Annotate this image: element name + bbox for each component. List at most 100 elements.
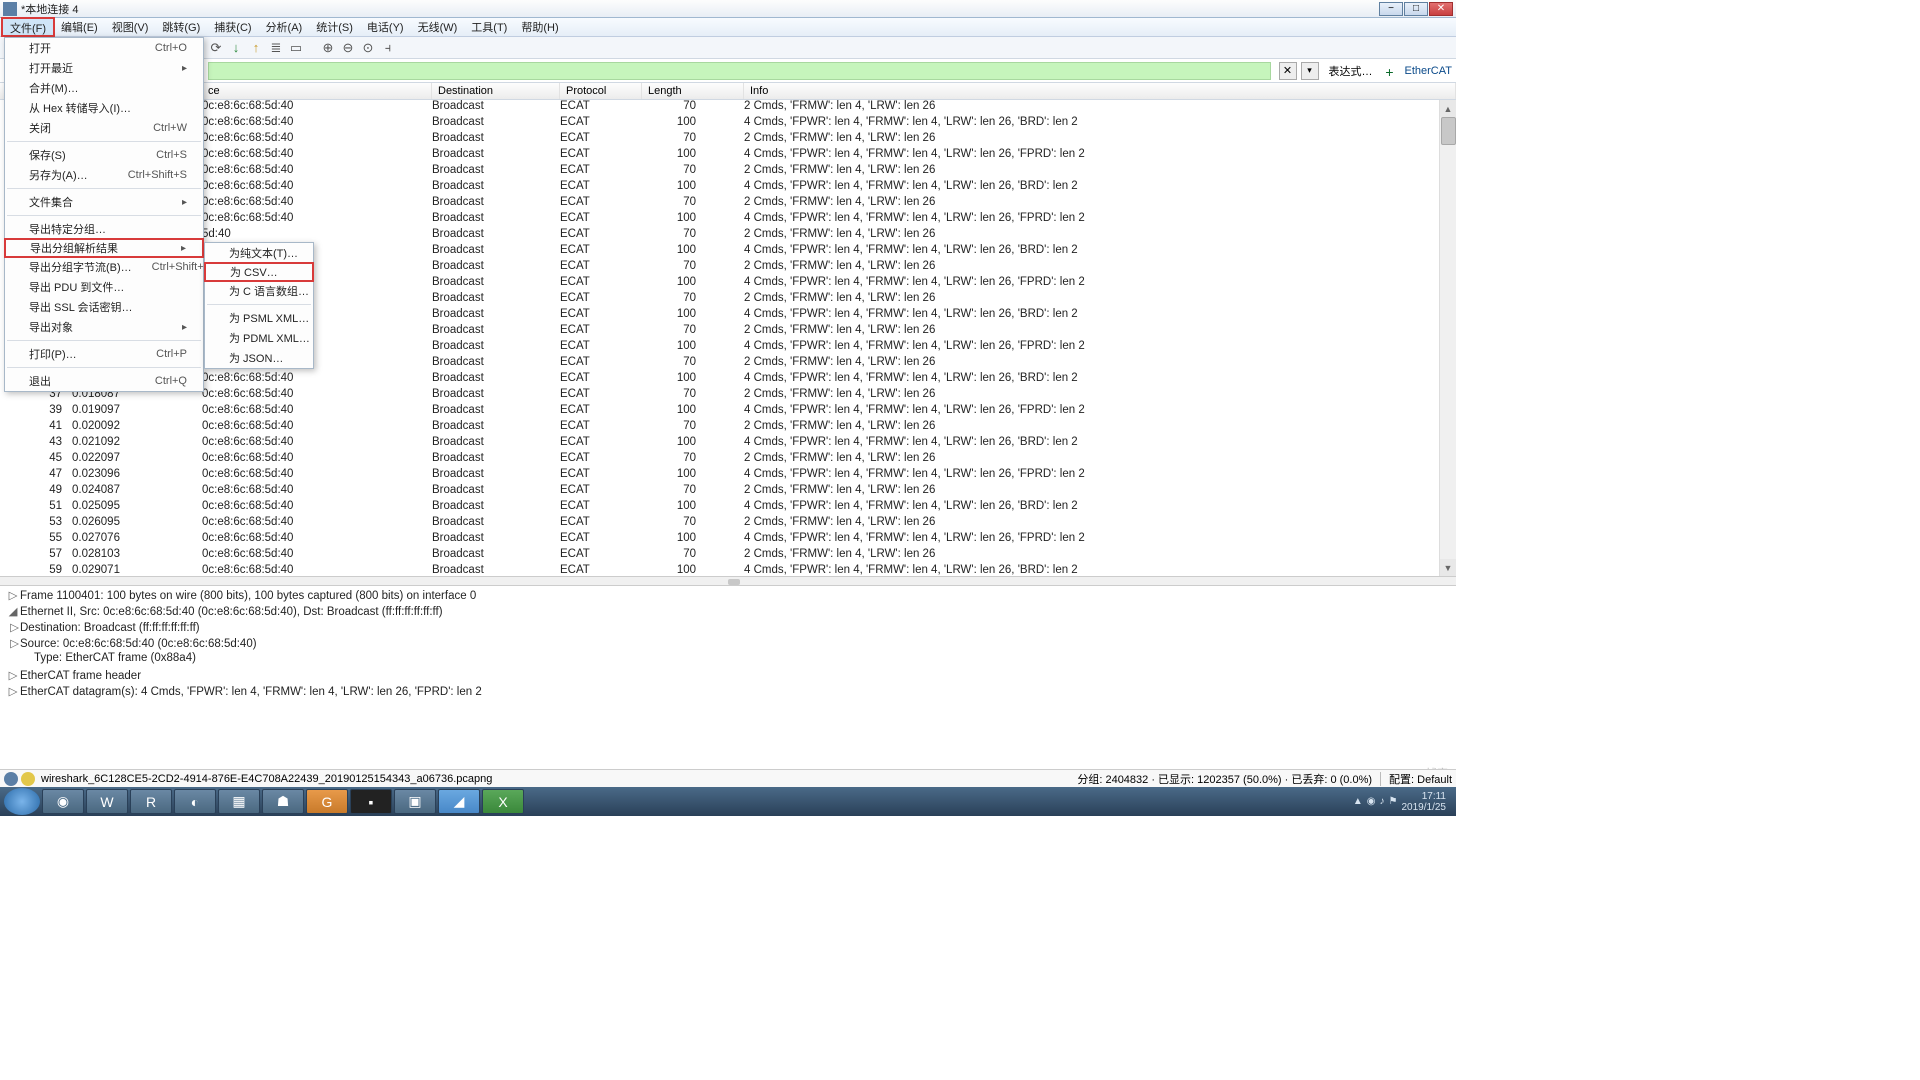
add-filter-button[interactable]: + — [1383, 64, 1397, 78]
zoom-out-icon[interactable]: ⊖ — [340, 40, 356, 56]
packet-list-scrollbar[interactable]: ▲ ▼ — [1439, 100, 1456, 576]
toolbar-icon[interactable]: ≣ — [268, 40, 284, 56]
packet-row[interactable]: 510.0250950c:e8:6c:68:5d:40BroadcastECAT… — [0, 500, 1456, 516]
packet-row[interactable]: 410.0200920c:e8:6c:68:5d:40BroadcastECAT… — [0, 420, 1456, 436]
packet-row[interactable]: 0c:e8:6c:68:5d:40BroadcastECAT702 Cmds, … — [0, 164, 1456, 180]
toolbar-icon[interactable]: ⫞ — [380, 40, 396, 56]
menu-file[interactable]: 文件(F) — [2, 18, 54, 36]
display-filter-input[interactable] — [208, 62, 1271, 80]
zoom-in-icon[interactable]: ⊕ — [320, 40, 336, 56]
toolbar-icon[interactable]: ↑ — [248, 40, 264, 56]
expand-icon[interactable]: ▷ — [6, 668, 20, 682]
packet-row[interactable]: 0c:e8:6c:68:5d:40BroadcastECAT1004 Cmds,… — [0, 116, 1456, 132]
menu-export-specified[interactable]: 导出特定分组… — [5, 219, 203, 239]
packet-row[interactable]: 370.0180870c:e8:6c:68:5d:40BroadcastECAT… — [0, 388, 1456, 404]
menu-tools[interactable]: 工具(T) — [464, 18, 514, 36]
start-button[interactable] — [4, 788, 40, 815]
detail-line[interactable]: ▷Frame 1100401: 100 bytes on wire (800 b… — [6, 588, 1450, 604]
expand-icon[interactable]: ▷ — [6, 620, 20, 634]
menu-quit[interactable]: 退出Ctrl+Q — [5, 371, 203, 391]
collapse-icon[interactable]: ◢ — [6, 604, 20, 618]
close-button[interactable]: ✕ — [1429, 2, 1453, 16]
scroll-down-icon[interactable]: ▼ — [1440, 559, 1456, 576]
detail-line[interactable]: Type: EtherCAT frame (0x88a4) — [6, 652, 1450, 668]
filter-protocol-label[interactable]: EtherCAT — [1401, 65, 1456, 77]
system-tray[interactable]: ▲ ◉ ♪ ⚑ 17:11 2019/1/25 — [1353, 791, 1452, 813]
menu-open-recent[interactable]: 打开最近▸ — [5, 58, 203, 78]
detail-line[interactable]: ▷EtherCAT frame header — [6, 668, 1450, 684]
maximize-button[interactable]: □ — [1404, 2, 1428, 16]
menu-help[interactable]: 帮助(H) — [514, 18, 565, 36]
menu-go[interactable]: 跳转(G) — [155, 18, 207, 36]
filter-dropdown-button[interactable]: ▾ — [1301, 62, 1319, 80]
expand-icon[interactable]: ▷ — [6, 636, 20, 650]
detail-line[interactable]: ▷EtherCAT datagram(s): 4 Cmds, 'FPWR': l… — [6, 684, 1450, 700]
column-destination[interactable]: Destination — [432, 83, 560, 99]
packet-row[interactable]: 0c:e8:6c:68:5d:40BroadcastECAT702 Cmds, … — [0, 132, 1456, 148]
scrollbar-thumb[interactable] — [1441, 117, 1456, 145]
submenu-export-csv[interactable]: 为 CSV… — [204, 262, 314, 282]
column-protocol[interactable]: Protocol — [560, 83, 642, 99]
menu-export-pdu[interactable]: 导出 PDU 到文件… — [5, 277, 203, 297]
packet-row[interactable]: 0c:e8:6c:68:5d:40BroadcastECAT1004 Cmds,… — [0, 212, 1456, 228]
menu-view[interactable]: 视图(V) — [105, 18, 156, 36]
packet-row[interactable]: 450.0220970c:e8:6c:68:5d:40BroadcastECAT… — [0, 452, 1456, 468]
expand-icon[interactable]: ▷ — [6, 588, 20, 602]
menu-analyze[interactable]: 分析(A) — [259, 18, 310, 36]
packet-row[interactable]: 390.0190970c:e8:6c:68:5d:40BroadcastECAT… — [0, 404, 1456, 420]
detail-line[interactable]: ◢Ethernet II, Src: 0c:e8:6c:68:5d:40 (0c… — [6, 604, 1450, 620]
toolbar-icon[interactable]: ⟳ — [208, 40, 224, 56]
menu-file-set[interactable]: 文件集合▸ — [5, 192, 203, 212]
taskbar-app-icon[interactable]: ☗ — [262, 789, 304, 814]
menu-telephony[interactable]: 电话(Y) — [360, 18, 411, 36]
status-profile[interactable]: 配置: Default — [1389, 771, 1452, 787]
detail-line[interactable]: ▷Source: 0c:e8:6c:68:5d:40 (0c:e8:6c:68:… — [6, 636, 1450, 652]
menu-export-bytes[interactable]: 导出分组字节流(B)…Ctrl+Shift+X — [5, 257, 203, 277]
packet-row[interactable]: 470.0230960c:e8:6c:68:5d:40BroadcastECAT… — [0, 468, 1456, 484]
taskbar-app-icon[interactable]: ◐ — [174, 789, 216, 814]
minimize-button[interactable]: − — [1379, 2, 1403, 16]
packet-row[interactable]: 490.0240870c:e8:6c:68:5d:40BroadcastECAT… — [0, 484, 1456, 500]
submenu-export-pdml[interactable]: 为 PDML XML… — [205, 328, 313, 348]
packet-details-pane[interactable]: ▷Frame 1100401: 100 bytes on wire (800 b… — [0, 586, 1456, 772]
tray-clock[interactable]: 17:11 2019/1/25 — [1402, 791, 1447, 813]
expand-icon[interactable]: ▷ — [6, 684, 20, 698]
column-length[interactable]: Length — [642, 83, 744, 99]
toolbar-icon[interactable]: ↓ — [228, 40, 244, 56]
zoom-fit-icon[interactable]: ⊙ — [360, 40, 376, 56]
menu-import-hex[interactable]: 从 Hex 转储导入(I)… — [5, 98, 203, 118]
column-source[interactable]: ce — [202, 83, 432, 99]
taskbar-terminal-icon[interactable]: ▪ — [350, 789, 392, 814]
packet-row[interactable]: 590.0290710c:e8:6c:68:5d:40BroadcastECAT… — [0, 564, 1456, 576]
submenu-export-c-arrays[interactable]: 为 C 语言数组… — [205, 281, 313, 301]
packet-row[interactable]: 0c:e8:6c:68:5d:40BroadcastECAT702 Cmds, … — [0, 100, 1456, 116]
packet-row[interactable]: 570.0281030c:e8:6c:68:5d:40BroadcastECAT… — [0, 548, 1456, 564]
filter-clear-button[interactable]: ✕ — [1279, 62, 1297, 80]
packet-row[interactable]: 0c:e8:6c:68:5d:40BroadcastECAT702 Cmds, … — [0, 196, 1456, 212]
detail-line[interactable]: ▷Destination: Broadcast (ff:ff:ff:ff:ff:… — [6, 620, 1450, 636]
menu-save-as[interactable]: 另存为(A)…Ctrl+Shift+S — [5, 165, 203, 185]
packet-row[interactable]: 550.0270760c:e8:6c:68:5d:40BroadcastECAT… — [0, 532, 1456, 548]
packet-row[interactable]: 0c:e8:6c:68:5d:40BroadcastECAT1004 Cmds,… — [0, 180, 1456, 196]
status-capture-icon[interactable] — [4, 772, 18, 786]
submenu-export-plain-text[interactable]: 为纯文本(T)… — [205, 243, 313, 263]
packet-row[interactable]: 0c:e8:6c:68:5d:40BroadcastECAT1004 Cmds,… — [0, 148, 1456, 164]
tray-icon[interactable]: ◉ — [1367, 796, 1376, 807]
taskbar-chrome-icon[interactable]: ◉ — [42, 789, 84, 814]
menu-export-ssl-keys[interactable]: 导出 SSL 会话密钥… — [5, 297, 203, 317]
pane-splitter[interactable] — [0, 576, 1456, 586]
taskbar-explorer-icon[interactable]: ▦ — [218, 789, 260, 814]
menu-capture[interactable]: 捕获(C) — [207, 18, 258, 36]
packet-row[interactable]: 350.0170040c:e8:6c:68:5d:40BroadcastECAT… — [0, 372, 1456, 388]
menu-wireless[interactable]: 无线(W) — [411, 18, 465, 36]
tray-icon[interactable]: ▲ — [1353, 796, 1363, 807]
taskbar-app-icon[interactable]: ▣ — [394, 789, 436, 814]
menu-merge[interactable]: 合并(M)… — [5, 78, 203, 98]
menu-stats[interactable]: 统计(S) — [309, 18, 360, 36]
menu-export-objects[interactable]: 导出对象▸ — [5, 317, 203, 337]
packet-row[interactable]: 530.0260950c:e8:6c:68:5d:40BroadcastECAT… — [0, 516, 1456, 532]
menu-open[interactable]: 打开Ctrl+O — [5, 38, 203, 58]
submenu-export-psml[interactable]: 为 PSML XML… — [205, 308, 313, 328]
taskbar-app-icon[interactable]: R — [130, 789, 172, 814]
splitter-handle[interactable] — [728, 579, 740, 585]
